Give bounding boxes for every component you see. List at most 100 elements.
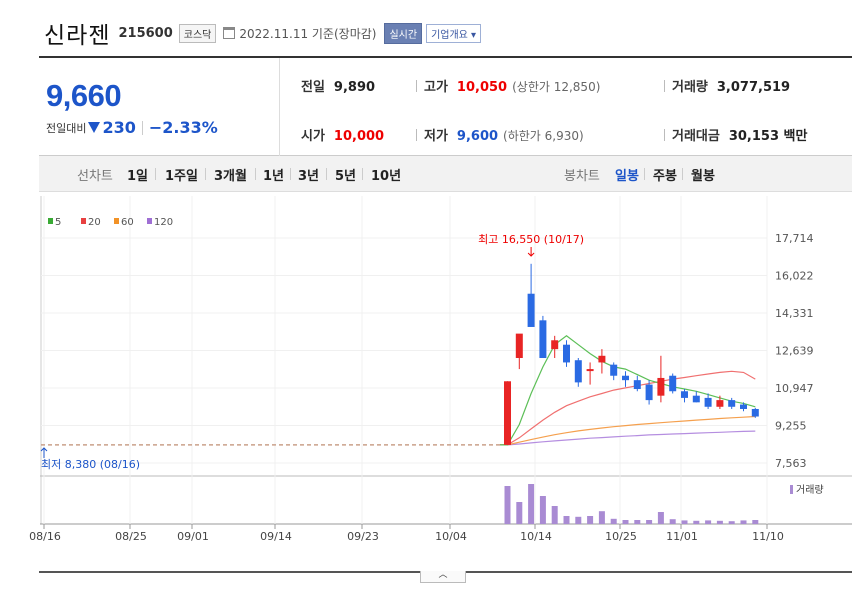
tab-5year[interactable]: 5년 <box>335 165 356 184</box>
volume-bar <box>752 520 759 524</box>
tab-1week[interactable]: 1주일 <box>165 165 198 184</box>
candle-body <box>704 397 712 407</box>
max-price-label: 최고 16,550 (10/17) <box>478 233 584 246</box>
collapse-chevron-up-icon[interactable]: ︿ <box>420 571 466 583</box>
volume-bar <box>705 520 712 524</box>
legend-label: 20 <box>88 217 101 228</box>
candle-body <box>574 360 582 383</box>
y-tick-label: 16,022 <box>775 270 814 283</box>
realtime-button[interactable]: 실시간 <box>384 22 423 44</box>
y-tick-label: 10,947 <box>775 382 814 395</box>
candle-body <box>751 408 759 417</box>
volume-bar <box>528 484 535 524</box>
tab-daily-candle[interactable]: 일봉 <box>615 165 639 184</box>
volume-bar <box>716 520 723 524</box>
volume-label: 거래량 <box>796 484 824 496</box>
volume-bar <box>563 516 570 524</box>
volume-bar <box>681 520 688 524</box>
max-arrow-icon <box>527 247 535 257</box>
legend-label: 60 <box>121 217 134 228</box>
divider <box>141 120 143 135</box>
legend-label: 120 <box>154 217 173 228</box>
tab-10year[interactable]: 10년 <box>371 165 401 184</box>
candle-body <box>622 375 629 381</box>
price-chart: 08/16 08/25 09/01 09/14 09/23 10/04 10/14 10/25… <box>29 196 852 543</box>
x-tick-label: 08/16 <box>29 530 61 543</box>
x-tick-label: 09/14 <box>260 530 292 543</box>
market-badge: 코스닥 <box>178 23 217 43</box>
y-tick-label: 12,639 <box>775 345 814 358</box>
candle-body <box>657 377 665 396</box>
volume-bar <box>622 520 629 524</box>
tab-monthly-candle[interactable]: 월봉 <box>691 165 715 184</box>
candle-body <box>515 333 523 359</box>
stat-volume: 거래량 3,077,519 <box>664 76 790 95</box>
stat-trade-amount: 거래대금 30,153 백만 <box>664 125 807 144</box>
stock-name: 신라젠 <box>44 23 111 49</box>
chart-period-tabs: 선차트 1일 1주일 3개월 1년 3년 5년 10년 봉차트 일봉 주봉 월봉 <box>39 156 852 192</box>
ma20-line <box>500 370 756 446</box>
stock-header: 신라젠 215600 코스닥 2022.11.11 기준(장마감) 실시간 기업… <box>44 18 482 49</box>
volume-bar <box>740 520 747 524</box>
x-tick-label: 10/04 <box>435 530 467 543</box>
change-amount: 230 <box>102 118 136 137</box>
stat-open: 시가 10,000 <box>301 129 385 144</box>
stat-low: 저가 9,600 (하한가 6,930) <box>416 125 584 144</box>
candle-body <box>551 340 559 350</box>
x-tick-label: 11/01 <box>666 530 698 543</box>
ma60-line <box>500 415 756 446</box>
candle-body <box>740 404 747 409</box>
change-row: 전일대비 230 −2.33% <box>46 118 218 137</box>
x-tick-label: 10/25 <box>605 530 637 543</box>
reference-date: 2022.11.11 기준(장마감) <box>239 26 377 41</box>
tab-1year[interactable]: 1년 <box>263 165 284 184</box>
tab-3year[interactable]: 3년 <box>298 165 319 184</box>
candle-body <box>586 369 594 372</box>
candle-body <box>598 355 606 363</box>
legend-swatch <box>81 218 86 224</box>
y-tick-label: 14,331 <box>775 307 814 320</box>
volume-bar <box>598 511 605 524</box>
candle-body <box>681 391 688 398</box>
calendar-icon <box>223 27 236 39</box>
quote-summary: 9,660 전일대비 230 −2.33% 전일 9,890 고가 10,050… <box>39 56 852 156</box>
volume-bar <box>634 520 641 524</box>
candle-body <box>692 395 700 403</box>
candle-body <box>645 384 653 401</box>
x-tick-label: 08/25 <box>115 530 147 543</box>
x-tick-label: 10/14 <box>520 530 552 543</box>
company-overview-dropdown[interactable]: 기업개요 ▾ <box>426 23 482 43</box>
stat-high: 고가 10,050 (상한가 12,850) <box>416 76 600 95</box>
price-panel: 9,660 전일대비 230 −2.33% <box>39 58 280 156</box>
volume-bar <box>693 520 700 524</box>
y-tick-label: 17,714 <box>775 232 814 245</box>
candle-body <box>527 293 535 327</box>
candle-body <box>504 381 511 445</box>
ma5-line <box>500 335 756 446</box>
candle-body <box>539 320 547 359</box>
tab-line-chart[interactable]: 선차트 <box>77 165 113 184</box>
x-tick-label: 11/10 <box>752 530 784 543</box>
volume-bar <box>669 519 676 524</box>
volume-bar <box>539 496 546 524</box>
min-arrow-icon <box>40 447 48 458</box>
legend-swatch <box>147 218 152 224</box>
tab-weekly-candle[interactable]: 주봉 <box>653 165 677 184</box>
candle-body <box>669 375 677 392</box>
candle-body <box>633 380 641 390</box>
legend-label: 5 <box>55 217 61 228</box>
current-price: 9,660 <box>46 78 122 113</box>
volume-bar <box>551 506 558 524</box>
y-tick-label: 9,255 <box>775 420 807 433</box>
tab-1day[interactable]: 1일 <box>127 165 148 184</box>
change-percent: −2.33% <box>148 118 218 137</box>
volume-bar <box>610 518 617 524</box>
legend-swatch <box>114 218 119 224</box>
change-label: 전일대비 <box>46 121 87 135</box>
tab-3month[interactable]: 3개월 <box>214 165 247 184</box>
volume-bar <box>575 516 582 524</box>
tab-candle-chart[interactable]: 봉차트 <box>564 165 600 184</box>
candle-body <box>610 364 618 376</box>
x-tick-label: 09/23 <box>347 530 379 543</box>
x-tick-label: 09/01 <box>177 530 209 543</box>
